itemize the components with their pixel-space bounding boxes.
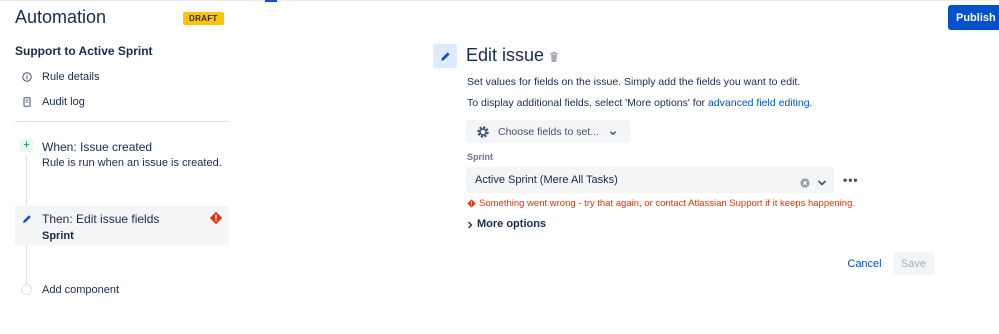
page-title: Automation bbox=[15, 7, 107, 27]
publish-button[interactable]: Publish ru bbox=[948, 5, 999, 30]
error-icon bbox=[209, 211, 223, 225]
more-options-label: More options bbox=[477, 218, 547, 230]
edit-description-advanced: To display additional fields, select 'Mo… bbox=[467, 97, 813, 109]
trigger-title[interactable]: When: Issue created bbox=[42, 140, 152, 154]
chevron-down-icon bbox=[609, 128, 617, 136]
save-button[interactable]: Save bbox=[893, 252, 934, 275]
error-message: Something went wrong - try that again, o… bbox=[467, 198, 855, 209]
sprint-select-value: Active Sprint (Mere All Tasks) bbox=[475, 174, 618, 186]
sprint-field-label: Sprint bbox=[467, 152, 493, 162]
draft-badge: DRAFT bbox=[183, 12, 224, 25]
trash-icon[interactable] bbox=[549, 50, 559, 62]
active-tab-indicator bbox=[265, 0, 277, 2]
add-component-circle-icon bbox=[21, 284, 32, 295]
add-component-link[interactable]: Add component bbox=[42, 284, 119, 296]
edit-description: Set values for fields on the issue. Simp… bbox=[467, 76, 801, 88]
clear-icon[interactable] bbox=[800, 175, 810, 188]
chevron-down-icon[interactable] bbox=[817, 175, 827, 186]
top-border bbox=[0, 0, 999, 4]
advanced-field-editing-link[interactable]: advanced field editing bbox=[708, 97, 810, 109]
cancel-button[interactable]: Cancel bbox=[842, 252, 887, 275]
document-icon bbox=[22, 97, 32, 107]
audit-log-label: Audit log bbox=[42, 96, 85, 108]
trigger-subtitle: Rule is run when an issue is created. bbox=[42, 157, 222, 169]
sidebar-divider bbox=[15, 121, 229, 122]
error-message-text: Something went wrong - try that again, o… bbox=[479, 198, 855, 209]
gear-icon bbox=[476, 125, 490, 139]
more-options-toggle[interactable]: More options bbox=[467, 218, 546, 230]
info-icon bbox=[22, 72, 32, 82]
edit-issue-title: Edit issue bbox=[466, 45, 545, 65]
error-icon bbox=[467, 199, 476, 208]
edit-issue-icon bbox=[433, 44, 457, 68]
rule-details-label: Rule details bbox=[42, 71, 100, 83]
chevron-right-icon bbox=[467, 220, 473, 229]
pencil-icon bbox=[21, 212, 33, 224]
choose-fields-label: Choose fields to set... bbox=[498, 125, 599, 138]
rule-name: Support to Active Sprint bbox=[15, 44, 153, 58]
rule-details-link[interactable]: Rule details bbox=[22, 71, 99, 83]
action-subtitle: Sprint bbox=[42, 230, 74, 242]
audit-log-link[interactable]: Audit log bbox=[22, 96, 85, 108]
choose-fields-button[interactable]: Choose fields to set... bbox=[466, 120, 630, 143]
more-actions-icon[interactable]: ••• bbox=[843, 174, 859, 186]
action-title[interactable]: Then: Edit issue fields bbox=[42, 212, 159, 226]
plus-icon: + bbox=[20, 139, 33, 152]
